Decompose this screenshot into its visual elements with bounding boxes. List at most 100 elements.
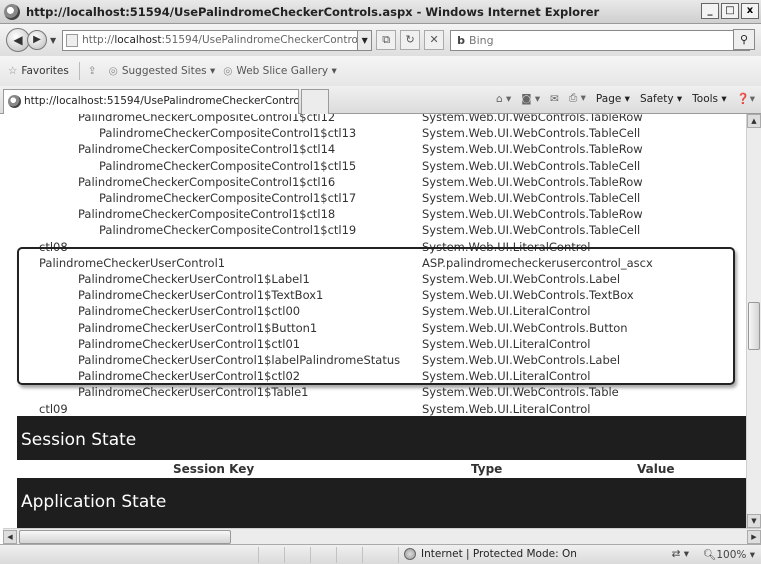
control-type: System.Web.UI.WebControls.TableRow bbox=[422, 142, 643, 157]
protected-mode-icon[interactable]: ⇄ ▾ bbox=[672, 548, 689, 561]
control-id: ctl09 bbox=[39, 401, 68, 416]
status-divider bbox=[284, 547, 285, 563]
control-id: PalindromeCheckerUserControl1$ctl02 bbox=[78, 369, 301, 384]
control-id: PalindromeCheckerUserControl1 bbox=[39, 255, 226, 270]
control-id: PalindromeCheckerUserControl1$Button1 bbox=[78, 320, 318, 335]
home-icon[interactable]: ⌂ ▾ bbox=[496, 93, 511, 105]
application-state-header: Application State bbox=[17, 478, 746, 528]
control-type: System.Web.UI.WebControls.Label bbox=[422, 272, 621, 286]
history-dropdown-icon[interactable]: ▼ bbox=[50, 36, 56, 45]
control-tree-row: PalindromeCheckerUserControl1$ctl02 Syste… bbox=[3, 368, 746, 384]
horizontal-scroll-thumb[interactable] bbox=[19, 530, 231, 544]
control-tree-row: PalindromeCheckerUserControl1$TextBox1 Sy… bbox=[3, 287, 746, 303]
print-icon[interactable]: ⎙ ▾ bbox=[569, 92, 586, 105]
url-host: localhost bbox=[114, 34, 162, 46]
vertical-scrollbar[interactable]: ▲ ▼ bbox=[746, 114, 761, 528]
control-id: PalindromeCheckerUserControl1$ctl01 bbox=[78, 336, 301, 351]
status-divider bbox=[362, 547, 363, 563]
control-id: PalindromeCheckerCompositeControl1$ctl13 bbox=[99, 126, 357, 141]
control-id: PalindromeCheckerUserControl1$TextBox1 bbox=[78, 288, 324, 303]
value-column: Value bbox=[637, 462, 675, 476]
page-menu[interactable]: Page ▾ bbox=[596, 93, 630, 105]
stop-icon[interactable]: ✕ bbox=[424, 30, 445, 50]
control-tree-row: PalindromeCheckerUserControl1$Table1 Syst… bbox=[3, 384, 746, 400]
scroll-up-icon[interactable]: ▲ bbox=[747, 114, 761, 128]
scroll-right-icon[interactable]: ▶ bbox=[747, 530, 761, 544]
control-type: System.Web.UI.WebControls.Button bbox=[422, 320, 628, 335]
session-state-title: Session State bbox=[21, 430, 137, 450]
scroll-down-icon[interactable]: ▼ bbox=[747, 514, 761, 528]
url-prefix: http:// bbox=[82, 34, 115, 46]
control-type: System.Web.UI.WebControls.TableRow bbox=[422, 174, 643, 189]
bing-logo-icon: b bbox=[457, 33, 466, 47]
forward-button[interactable]: ▶ bbox=[27, 30, 47, 50]
control-tree-row: PalindromeCheckerUserControl1$ctl01 Syste… bbox=[3, 336, 746, 352]
globe-icon bbox=[404, 548, 416, 560]
add-favorite-icon: ⇪ bbox=[87, 65, 97, 77]
control-type: System.Web.UI.WebControls.TableCell bbox=[422, 191, 641, 205]
add-to-favorites-button[interactable]: ⇪ bbox=[88, 65, 101, 77]
control-tree-row: PalindromeCheckerCompositeControl1$ctl18… bbox=[3, 206, 746, 222]
security-zone[interactable]: Internet | Protected Mode: On bbox=[404, 548, 577, 560]
safety-menu[interactable]: Safety ▾ bbox=[640, 93, 682, 105]
control-type: System.Web.UI.WebControls.TableCell bbox=[422, 158, 641, 173]
command-bar: ⌂ ▾ ◙ ▾ ✉ ⎙ ▾ Page ▾ Safety ▾ Tools ▾ ❓▾ bbox=[496, 92, 755, 105]
ie-logo-icon bbox=[4, 3, 20, 20]
session-key-column: Session Key bbox=[173, 462, 255, 476]
control-tree-row: PalindromeCheckerCompositeControl1$ctl14… bbox=[3, 141, 746, 157]
control-tree-row: PalindromeCheckerCompositeControl1$ctl15… bbox=[3, 158, 746, 174]
control-id: PalindromeCheckerUserControl1$Table1 bbox=[78, 385, 309, 400]
control-type: System.Web.UI.LiteralControl bbox=[422, 369, 591, 384]
ie-page-icon: ◎ bbox=[223, 65, 233, 77]
feeds-icon[interactable]: ◙ ▾ bbox=[521, 93, 540, 105]
control-tree-row: ctl08 System.Web.UI.LiteralControl bbox=[3, 239, 746, 255]
tools-menu[interactable]: Tools ▾ bbox=[692, 93, 726, 105]
control-id: PalindromeCheckerUserControl1$ctl00 bbox=[78, 304, 301, 319]
refresh-icon[interactable]: ↻ bbox=[400, 30, 421, 50]
close-button[interactable]: x bbox=[741, 3, 759, 19]
compatibility-view-icon[interactable]: ⧉ bbox=[376, 30, 397, 50]
control-type: ASP.palindromecheckerusercontrol_ascx bbox=[422, 255, 653, 270]
control-type: System.Web.UI.WebControls.Label bbox=[422, 353, 621, 367]
vertical-scroll-thumb[interactable] bbox=[748, 302, 760, 350]
control-id: PalindromeCheckerUserControl1$labelPalin… bbox=[78, 353, 401, 367]
control-id: PalindromeCheckerCompositeControl1$ctl16 bbox=[78, 174, 336, 189]
control-tree-row: PalindromeCheckerUserControl1$labelPalin… bbox=[3, 352, 746, 368]
scroll-left-icon[interactable]: ◀ bbox=[3, 530, 17, 544]
mail-icon[interactable]: ✉ bbox=[550, 93, 559, 105]
zoom-level: 100% bbox=[716, 549, 747, 561]
favorites-button[interactable]: ☆ Favorites bbox=[8, 65, 69, 77]
maximize-button[interactable]: □ bbox=[721, 3, 739, 19]
help-icon[interactable]: ❓▾ bbox=[737, 92, 755, 105]
control-type: System.Web.UI.WebControls.Table bbox=[422, 385, 619, 400]
control-tree-row: PalindromeCheckerCompositeControl1$ctl17… bbox=[3, 190, 746, 206]
page-content: PalindromeCheckerCompositeControl1$ctl12… bbox=[3, 114, 746, 528]
status-divider bbox=[398, 547, 399, 563]
control-type: System.Web.UI.LiteralControl bbox=[422, 401, 591, 416]
address-input[interactable]: http://localhost:51594/UsePalindromeChec… bbox=[62, 29, 359, 51]
minimize-button[interactable]: _ bbox=[701, 3, 719, 19]
web-slice-gallery-label: Web Slice Gallery ▾ bbox=[236, 65, 337, 77]
zoom-control[interactable]: 🔍︎100% ▾ bbox=[703, 548, 755, 561]
star-icon: ☆ bbox=[8, 65, 18, 77]
control-tree-row: PalindromeCheckerCompositeControl1$ctl12… bbox=[3, 114, 746, 125]
new-tab-button[interactable] bbox=[301, 89, 329, 114]
tab-current[interactable]: http://localhost:51594/UsePalindromeChec… bbox=[3, 89, 299, 114]
address-dropdown-button[interactable]: ▼ bbox=[358, 29, 373, 51]
web-slice-gallery-link[interactable]: ◎ Web Slice Gallery ▾ bbox=[223, 65, 336, 77]
search-input[interactable]: b Bing bbox=[450, 29, 751, 51]
control-id: PalindromeCheckerCompositeControl1$ctl15 bbox=[99, 158, 357, 173]
control-id: PalindromeCheckerUserControl1$Label1 bbox=[78, 272, 310, 286]
session-state-columns: Session Key Type Value bbox=[17, 460, 746, 478]
search-placeholder: Bing bbox=[469, 33, 494, 47]
horizontal-scrollbar[interactable]: ◀ ▶ bbox=[3, 528, 761, 544]
control-id: PalindromeCheckerCompositeControl1$ctl14 bbox=[78, 142, 336, 157]
control-type: System.Web.UI.WebControls.TableCell bbox=[422, 223, 641, 238]
suggested-sites-link[interactable]: ◎ Suggested Sites ▾ bbox=[109, 65, 216, 77]
address-toolbar: ◀ ▶ ▼ http://localhost:51594/UsePalindro… bbox=[0, 24, 761, 56]
control-tree-row: PalindromeCheckerUserControl1$Button1 Sys… bbox=[3, 320, 746, 336]
control-tree-row: PalindromeCheckerUserControl1$ctl00 Syste… bbox=[3, 303, 746, 319]
search-button[interactable]: ⚲ bbox=[733, 29, 755, 50]
ie-logo-icon bbox=[8, 95, 21, 108]
control-tree-row: PalindromeCheckerCompositeControl1$ctl16… bbox=[3, 174, 746, 190]
